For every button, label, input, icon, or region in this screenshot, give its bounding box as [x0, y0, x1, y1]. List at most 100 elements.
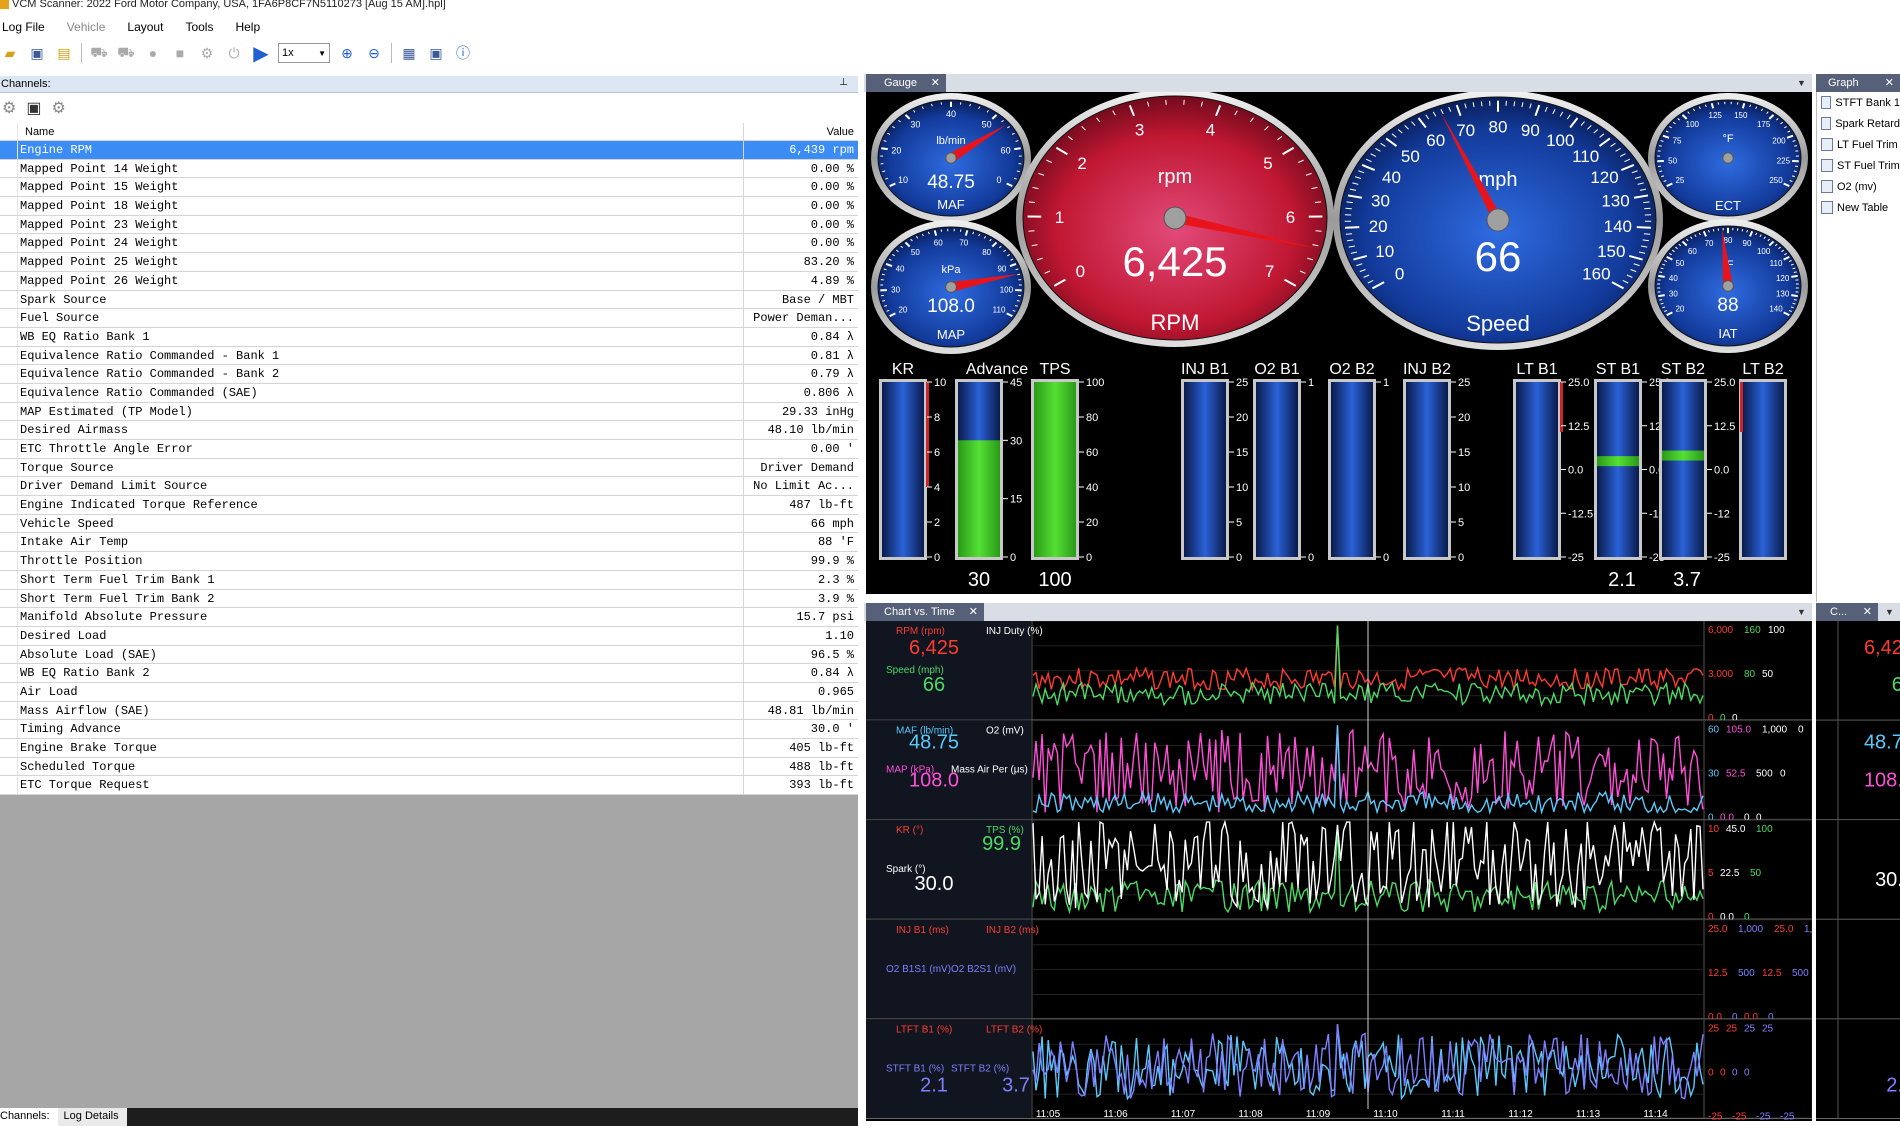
panel-menu-icon[interactable]: ▼	[1797, 607, 1806, 617]
table-row[interactable]: Short Term Fuel Trim Bank 2 3.9 %	[0, 589, 858, 609]
record-icon[interactable]: ●	[143, 43, 163, 63]
info-icon[interactable]: ⓘ	[453, 43, 473, 63]
save-channels-icon[interactable]: ▣	[26, 98, 41, 118]
table-row[interactable]: Mapped Point 14 Weight 0.00 %	[0, 159, 858, 179]
table-row[interactable]: Equivalence Ratio Commanded - Bank 2 0.79…	[0, 365, 858, 384]
table-row[interactable]: Air Load 0.965	[0, 682, 858, 702]
table-row[interactable]: Driver Demand Limit Source No Limit Ac...	[0, 477, 858, 497]
table-row[interactable]: Mapped Point 25 Weight 83.20 %	[0, 253, 858, 272]
graph-list-item[interactable]: O2 (mv)	[1817, 176, 1900, 197]
menu-vehicle[interactable]: Vehicle	[65, 17, 114, 37]
table-row[interactable]: Engine Indicated Torque Reference 487 lb-…	[0, 496, 858, 515]
graph-list-item[interactable]: ST Fuel Trim	[1817, 155, 1900, 176]
channel-name: Spark Source	[18, 290, 744, 309]
open-folder-icon[interactable]: ▰	[0, 43, 20, 63]
close-icon[interactable]: ✕	[1863, 605, 1872, 618]
tab-chart-vs-time[interactable]: Chart vs. Time ✕	[866, 603, 984, 621]
iat-tick-label: 60	[1688, 247, 1697, 256]
graph-list-item[interactable]: LT Fuel Trim	[1817, 134, 1900, 155]
iat-tick	[1741, 228, 1744, 232]
menu-tools[interactable]: Tools	[183, 17, 221, 37]
channel-name: Desired Load	[18, 626, 744, 645]
tab-gauge[interactable]: Gauge ✕	[866, 74, 946, 92]
add-channel-icon[interactable]: ⚙	[2, 98, 16, 118]
bar-fill	[1662, 450, 1704, 461]
play-icon[interactable]: ▶	[251, 43, 271, 65]
vehicle-connect-icon[interactable]: ⛟	[89, 43, 109, 63]
table-row[interactable]: ETC Torque Request 393 lb-ft	[0, 776, 858, 796]
zoom-out-icon[interactable]: ⊖	[364, 43, 384, 63]
ect-tick	[1659, 170, 1663, 173]
save-icon[interactable]: ▣	[27, 43, 47, 63]
table-row[interactable]: Mass Airflow (SAE) 48.81 lb/min	[0, 701, 858, 721]
table-row[interactable]: MAP Estimated (TP Model) 29.33 inHg	[0, 402, 858, 422]
table-row[interactable]: Desired Airmass 48.10 lb/min	[0, 421, 858, 440]
row-indicator	[0, 365, 18, 383]
chart-scale-label: 100	[1756, 824, 1773, 835]
table-row[interactable]: ETC Throttle Angle Error 0.00 '	[0, 440, 858, 459]
menu-help[interactable]: Help	[233, 17, 268, 37]
table-row[interactable]: Mapped Point 24 Weight 0.00 %	[0, 234, 858, 254]
pin-icon[interactable]: ⊥	[839, 77, 848, 88]
power-icon[interactable]: ⏻	[224, 43, 244, 63]
table-row[interactable]: WB EQ Ratio Bank 2 0.84 λ	[0, 664, 858, 683]
bar-tick-label: 5	[1458, 517, 1464, 529]
table-row[interactable]: Fuel Source Power Deman...	[0, 309, 858, 328]
engine-icon[interactable]: ⚙	[197, 43, 217, 63]
bar-tick-label: 6	[934, 447, 940, 459]
close-icon[interactable]: ✕	[969, 605, 978, 618]
layout-icon[interactable]: ▦	[399, 43, 419, 63]
menu-log-file[interactable]: Log File	[0, 17, 53, 37]
channel-value: 6,439 rpm	[789, 143, 854, 157]
close-icon[interactable]: ✕	[1885, 76, 1894, 89]
menu-layout[interactable]: Layout	[125, 17, 171, 37]
table-row[interactable]: Equivalence Ratio Commanded (SAE) 0.806 λ	[0, 383, 858, 403]
save-layout-icon[interactable]: ▣	[426, 43, 446, 63]
column-header-name[interactable]: Name	[18, 123, 744, 140]
chart-scale-label: 50	[1750, 868, 1762, 879]
table-row[interactable]: Mapped Point 26 Weight 4.89 %	[0, 271, 858, 291]
table-row[interactable]: Mapped Point 23 Weight 0.00 %	[0, 215, 858, 235]
tab-chart-2[interactable]: C... ✕	[1816, 603, 1878, 621]
table-row[interactable]: Short Term Fuel Trim Bank 1 2.3 %	[0, 570, 858, 590]
table-row[interactable]: Throttle Position 99.9 %	[0, 552, 858, 571]
graph-list-item[interactable]: STFT Bank 1	[1817, 92, 1900, 113]
tab-graph[interactable]: Graph ✕	[1816, 74, 1900, 92]
table-row[interactable]: Timing Advance 30.0 '	[0, 720, 858, 739]
open-log-icon[interactable]: ▤	[54, 43, 74, 63]
table-row[interactable]: Scheduled Torque 488 lb-ft	[0, 757, 858, 777]
row-indicator	[0, 589, 18, 608]
vehicle-disconnect-icon[interactable]: ⛟	[116, 43, 136, 63]
close-icon[interactable]: ✕	[931, 76, 940, 89]
table-row[interactable]: Engine Brake Torque 405 lb-ft	[0, 739, 858, 758]
rpm-tick	[1315, 230, 1322, 232]
tab-channels[interactable]: Channels:	[0, 1108, 58, 1126]
settings-icon[interactable]: ⚙	[51, 98, 65, 118]
panel-menu-icon[interactable]: ▼	[1797, 78, 1806, 88]
channel-value: 88 'F	[817, 535, 854, 550]
table-row[interactable]: Vehicle Speed 66 mph	[0, 514, 858, 534]
table-row[interactable]: Equivalence Ratio Commanded - Bank 1 0.81…	[0, 346, 858, 366]
table-row[interactable]: Engine RPM 6,439 rpm	[0, 141, 858, 160]
table-row[interactable]: Spark Source Base / MBT	[0, 290, 858, 310]
stop-icon[interactable]: ■	[170, 43, 190, 63]
table-row[interactable]: Intake Air Temp 88 'F	[0, 533, 858, 553]
graph-list-item[interactable]: New Table	[1817, 197, 1900, 218]
table-row[interactable]: Manifold Absolute Pressure 15.7 psi	[0, 608, 858, 627]
playback-speed-select[interactable]: 1x ▼	[278, 43, 330, 63]
table-row[interactable]: Mapped Point 15 Weight 0.00 %	[0, 178, 858, 198]
bar-track	[1406, 382, 1448, 557]
table-row[interactable]: Desired Load 1.10	[0, 626, 858, 646]
column-header-value[interactable]: Value	[744, 123, 858, 140]
zoom-in-icon[interactable]: ⊕	[337, 43, 357, 63]
bar-tick-label: 20	[1458, 412, 1470, 424]
table-row[interactable]: Absolute Load (SAE) 96.5 %	[0, 645, 858, 665]
tab-log-details[interactable]: Log Details	[57, 1108, 127, 1126]
panel-menu-icon[interactable]: ▼	[1885, 607, 1894, 617]
graph-list-item[interactable]: Spark Retard	[1817, 113, 1900, 134]
row-indicator	[0, 552, 18, 570]
table-row[interactable]: Mapped Point 18 Weight 0.00 %	[0, 197, 858, 216]
table-row[interactable]: Torque Source Driver Demand	[0, 458, 858, 478]
maf-tick-label: 30	[910, 119, 920, 129]
table-row[interactable]: WB EQ Ratio Bank 1 0.84 λ	[0, 327, 858, 347]
